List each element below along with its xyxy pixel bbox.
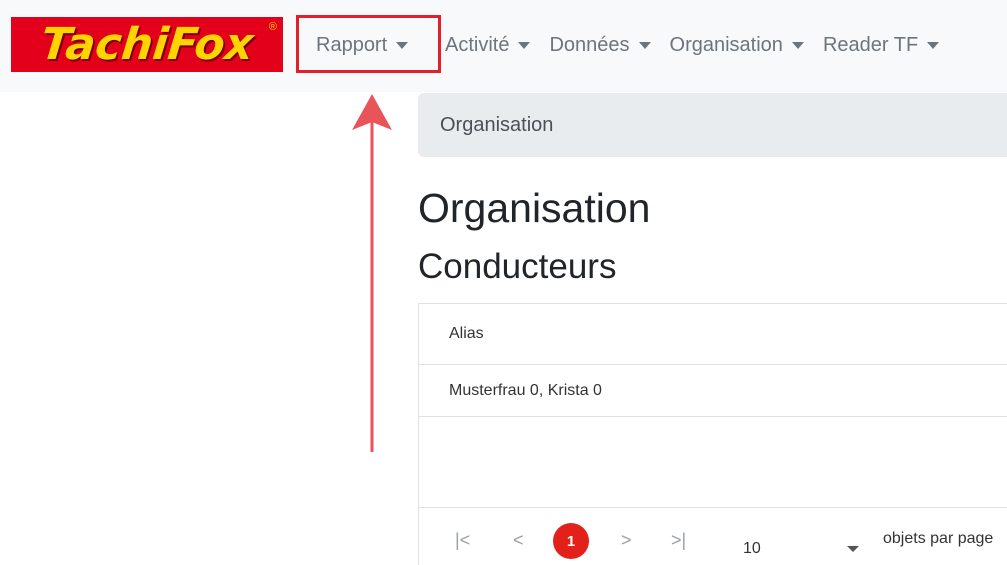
menu-activite[interactable]: Activité (445, 16, 531, 74)
next-page-icon[interactable]: > (621, 530, 632, 551)
page-size-value: 10 (743, 539, 761, 557)
menu-reader-tf[interactable]: Reader TF (822, 16, 940, 74)
prev-page-icon[interactable]: < (513, 530, 524, 551)
caret-down-icon (638, 41, 651, 49)
logo-text: TachiFox (38, 18, 256, 70)
page: TachiFox ® Rapport Activité Données Orga… (0, 0, 1007, 565)
first-page-icon[interactable]: |< (455, 530, 470, 551)
caret-down-icon (927, 41, 940, 49)
table-row[interactable]: Musterfrau 0, Krista 0 (419, 365, 1007, 417)
cell-alias: Musterfrau 0, Krista 0 (449, 381, 602, 399)
menu-donnees[interactable]: Données (549, 16, 651, 74)
pagination-bar: |< < 1 > >| 10 objets par page (419, 510, 1007, 565)
column-header-label: Alias (449, 325, 484, 342)
column-header-alias[interactable]: Alias (419, 304, 1007, 365)
drivers-table: Alias Musterfrau 0, Krista 0 |< < 1 > >|… (418, 303, 1007, 565)
caret-down-icon (518, 41, 531, 49)
breadcrumb-item-organisation: Organisation (440, 113, 554, 136)
current-page-number: 1 (566, 532, 576, 550)
top-navbar: TachiFox ® Rapport Activité Données Orga… (0, 0, 1007, 92)
section-title: Conducteurs (418, 247, 617, 286)
chevron-down-icon (847, 546, 859, 552)
annotation-highlight-box (296, 15, 441, 73)
caret-down-icon (791, 41, 804, 49)
menu-organisation-label: Organisation (669, 33, 783, 56)
table-empty-area (419, 417, 1007, 508)
menu-donnees-label: Données (549, 33, 630, 56)
annotation-arrow-icon (352, 94, 392, 452)
page-size-select[interactable]: 10 (737, 530, 865, 565)
page-size-label: objets par page (883, 530, 994, 547)
menu-organisation[interactable]: Organisation (670, 16, 804, 74)
menu-reader-tf-label: Reader TF (822, 33, 919, 56)
registered-mark: ® (268, 21, 277, 33)
last-page-icon[interactable]: >| (671, 530, 686, 551)
page-title: Organisation (418, 185, 651, 231)
breadcrumb: Organisation (418, 93, 1007, 157)
menu-activite-label: Activité (445, 33, 510, 56)
tachifox-logo[interactable]: TachiFox ® (11, 17, 283, 72)
current-page-button[interactable]: 1 (553, 523, 589, 559)
